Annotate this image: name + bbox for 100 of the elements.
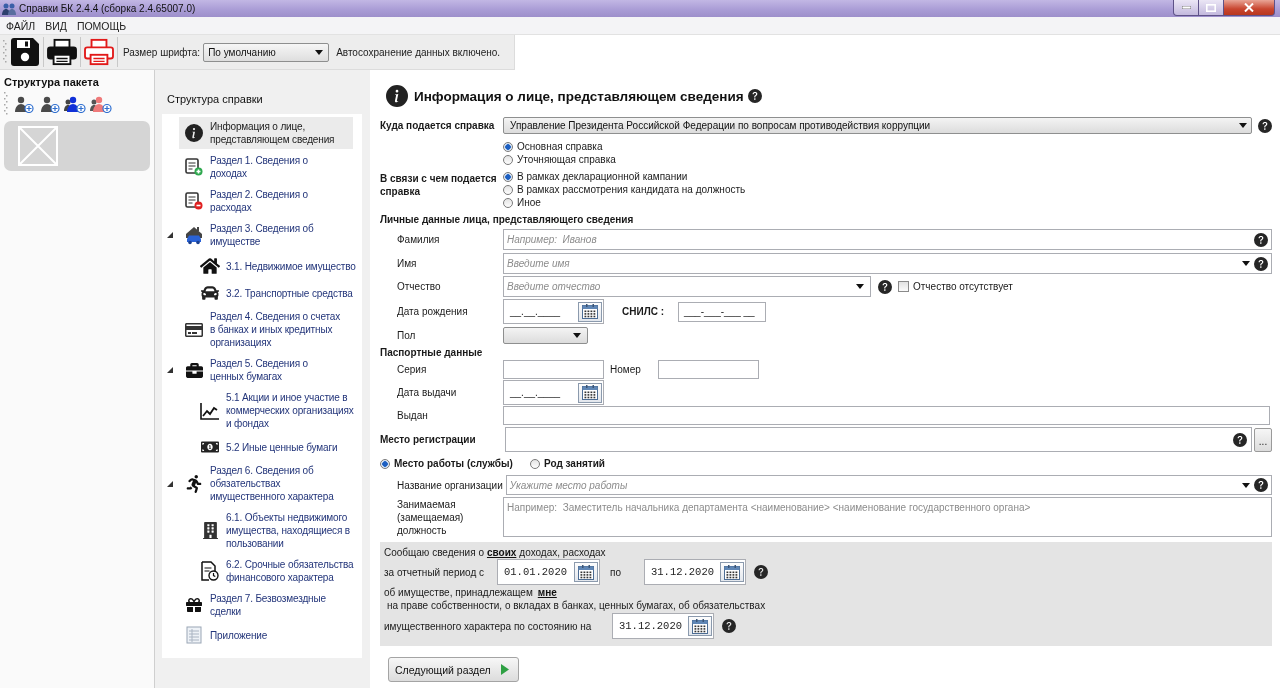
help-icon[interactable] <box>1254 256 1268 271</box>
as-of-date-field[interactable]: 31.12.2020 <box>612 613 714 639</box>
field-label: Имя <box>396 257 418 270</box>
patronymic-field[interactable]: Введите отчество <box>503 276 871 297</box>
grip-icon[interactable] <box>3 39 7 65</box>
font-size-select[interactable]: По умолчанию <box>203 42 330 62</box>
briefcase-icon <box>185 361 203 379</box>
surname-field[interactable]: Например: Иванов <box>503 229 1272 250</box>
calendar-button[interactable] <box>688 616 712 636</box>
radio-button[interactable] <box>503 171 513 182</box>
statement-text: на праве собственности, о вкладах в банках, ценных бумагах, об обязательствах <box>387 599 766 612</box>
tree-item[interactable]: Раздел 6. Сведения об обязательствах имущественного характера <box>179 461 353 506</box>
expander-icon[interactable] <box>167 480 173 487</box>
add-person-icon[interactable] <box>90 95 112 113</box>
tree-item[interactable]: Раздел 4. Сведения о счетах в банках и иных кредитных организациях <box>179 307 353 352</box>
field-label: В связи с чем подается справка <box>380 172 498 198</box>
tree-item[interactable]: Раздел 3. Сведения об имуществе <box>179 219 353 251</box>
field-label: Куда подается справка <box>380 119 496 132</box>
radio-label: Место работы (службы) <box>394 457 513 470</box>
help-icon[interactable] <box>1233 432 1247 447</box>
window-title: Справки БК 2.4.4 (сборка 2.4.65007.0) <box>19 3 196 14</box>
tree-item[interactable]: 6.2. Срочные обязательства финансового характера <box>195 555 362 587</box>
minimize-icon <box>1181 6 1191 9</box>
field-label: Отчество <box>396 280 442 293</box>
period-start-field[interactable]: 01.01.2020 <box>497 559 600 585</box>
issue-date-field[interactable]: __.__.____ <box>503 380 604 405</box>
organization-field[interactable]: Укажите место работы <box>505 475 1272 495</box>
field-label: Дата выдачи <box>396 386 458 399</box>
passport-number-field[interactable] <box>658 360 759 379</box>
tree-item[interactable]: Приложение <box>179 623 353 647</box>
period-end-field[interactable]: 31.12.2020 <box>644 559 746 585</box>
menu-item[interactable]: ВИД <box>40 19 72 32</box>
close-icon <box>1244 3 1254 12</box>
recipient-select[interactable]: Управление Президента Российской Федерации по вопросам противодействия коррупции <box>503 117 1252 134</box>
radio-label: Уточняющая справка <box>517 153 616 166</box>
registration-field[interactable] <box>505 427 1252 452</box>
help-icon[interactable] <box>1254 478 1268 492</box>
tree-item[interactable]: Информация о лице, представляющем сведения <box>179 117 353 149</box>
tree-item[interactable]: 3.2. Транспортные средства <box>195 281 362 305</box>
tree-item[interactable]: Раздел 2. Сведения о расходах <box>179 185 353 217</box>
help-icon[interactable] <box>878 279 892 294</box>
tree-item[interactable]: Раздел 5. Сведения о ценных бумагах <box>179 354 353 386</box>
position-field[interactable]: Например: Заместитель начальника департамента <наименование> <наименование государственного органа> <box>503 497 1272 537</box>
help-icon[interactable] <box>747 89 762 103</box>
menu-item[interactable]: ФАЙЛ <box>1 19 41 32</box>
autosave-status: Автосохранение данных включено. <box>336 46 501 58</box>
radio-button[interactable] <box>503 197 513 208</box>
add-person-icon[interactable] <box>64 95 86 113</box>
statement-text: по <box>610 565 622 579</box>
field-label: Занимаемая (замещаемая) должность <box>396 498 465 537</box>
radio-button[interactable] <box>503 141 513 152</box>
statement-text: Сообщаю сведения о <box>384 545 484 559</box>
maximize-button[interactable] <box>1198 0 1224 16</box>
tree-item[interactable]: Раздел 7. Безвозмездные сделки <box>179 589 353 621</box>
calendar-icon <box>724 564 740 580</box>
minimize-button[interactable] <box>1173 0 1199 16</box>
field-label: Пол <box>396 328 417 342</box>
save-icon[interactable] <box>10 37 40 67</box>
next-section-button[interactable]: Следующий раздел <box>388 657 519 682</box>
calendar-icon <box>582 304 598 319</box>
help-icon[interactable] <box>722 619 736 633</box>
checkbox[interactable] <box>898 281 909 292</box>
radio-button[interactable] <box>530 458 540 469</box>
calendar-button[interactable] <box>574 562 598 582</box>
calendar-icon <box>582 385 598 400</box>
expander-icon[interactable] <box>167 367 173 373</box>
building-icon <box>201 522 219 539</box>
help-icon[interactable] <box>1254 232 1268 247</box>
add-person-icon[interactable] <box>12 95 34 113</box>
tree-item[interactable]: 5.1 Акции и иное участие в коммерческих организациях и фондах <box>195 388 362 433</box>
radio-button[interactable] <box>380 458 390 469</box>
calendar-button[interactable] <box>578 382 602 403</box>
tree-item[interactable]: 5.2 Иные ценные бумаги <box>195 435 362 459</box>
close-button[interactable] <box>1223 0 1275 16</box>
help-icon[interactable] <box>1258 118 1272 133</box>
grip-icon[interactable] <box>4 91 8 117</box>
caret-icon <box>1242 482 1250 488</box>
issued-by-field[interactable] <box>503 406 1270 425</box>
link[interactable]: мне <box>537 586 557 599</box>
house-car-icon <box>184 225 204 245</box>
tree-item[interactable]: 3.1. Недвижимое имущество <box>195 253 362 279</box>
expander-icon[interactable] <box>167 232 173 238</box>
radio-button[interactable] <box>503 184 513 195</box>
passport-series-field[interactable] <box>503 360 604 379</box>
calendar-button[interactable] <box>578 301 602 322</box>
link[interactable]: своих <box>486 545 517 559</box>
tree-item[interactable]: 6.1. Объекты недвижимого имущества, находящиеся в пользовании <box>195 508 362 553</box>
radio-button[interactable] <box>503 154 513 165</box>
birth-date-field[interactable]: __.__.____ <box>503 299 604 324</box>
browse-button[interactable]: ... <box>1254 427 1272 452</box>
tree-item[interactable]: Раздел 1. Сведения о доходах <box>179 151 353 183</box>
calendar-button[interactable] <box>720 562 744 582</box>
snils-field[interactable]: ___-___-___ __ <box>678 301 766 322</box>
name-field[interactable]: Введите имя <box>503 253 1272 274</box>
maximize-icon <box>1206 3 1216 12</box>
help-icon[interactable] <box>754 565 768 579</box>
add-person-icon[interactable] <box>38 95 60 113</box>
caret-icon <box>315 49 324 55</box>
menu-item[interactable]: ПОМОЩЬ <box>71 19 132 32</box>
printer-icon[interactable] <box>47 38 77 66</box>
